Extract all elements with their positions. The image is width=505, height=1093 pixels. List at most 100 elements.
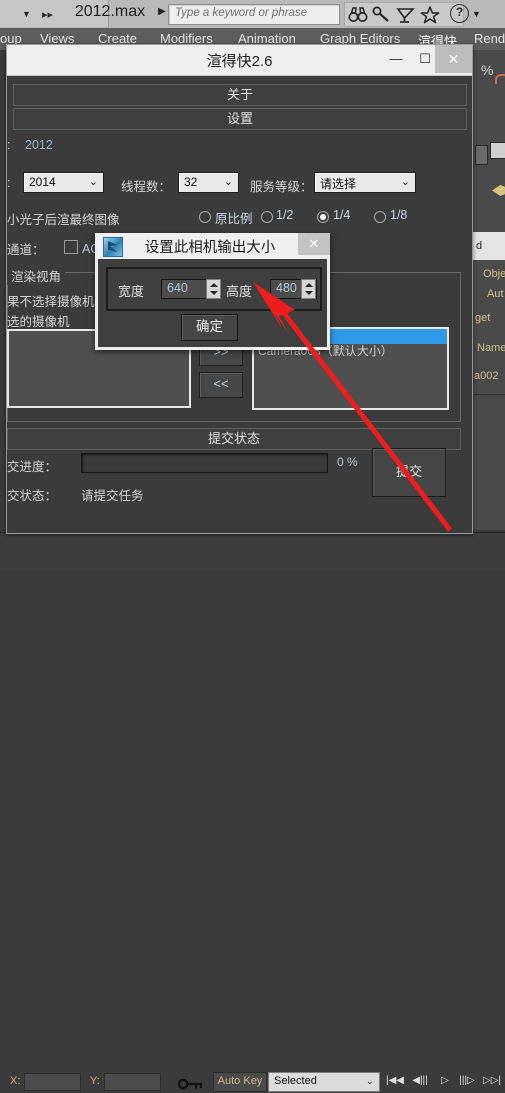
max-version-select[interactable]: 2014 ⌄ [23, 172, 104, 193]
progress-label: 交进度： [7, 460, 58, 474]
qat-expand-arrow-icon[interactable]: ▶ [158, 6, 166, 17]
x-coordinate-label: X: [10, 1075, 21, 1087]
y-coordinate-input[interactable] [104, 1073, 161, 1091]
selection-filter-select[interactable]: Selected ⌄ [268, 1072, 380, 1092]
star-icon[interactable] [419, 5, 441, 24]
binoculars-icon[interactable] [347, 5, 369, 24]
snap-magnet-icon[interactable] [495, 74, 505, 84]
section-submit-status: 提交状态 [7, 428, 461, 450]
command-panel-row-2[interactable] [473, 92, 505, 139]
threads-value: 32 [184, 175, 198, 189]
transport-play-button[interactable]: ▷ [434, 1072, 456, 1090]
help-icon[interactable]: ? [450, 4, 469, 23]
ratio-label-quarter: 1/4 [333, 208, 351, 222]
dialog-title: 设置此相机输出大小 [144, 240, 276, 256]
camera-hint-line2: 选的摄像机 [7, 315, 70, 329]
panel-text-d: d [476, 240, 483, 252]
photon-label: 小光子后渲最终图像 [7, 213, 120, 227]
max-version-label: : [7, 176, 11, 190]
key-icon[interactable] [177, 1078, 204, 1093]
chevron-down-icon: ⌄ [400, 176, 410, 188]
renderer-window-titlebar[interactable]: 渲得快2.6 — ☐ ✕ [7, 45, 472, 75]
submit-progress-bar [81, 453, 328, 473]
qat-icon-group [344, 2, 464, 27]
command-panel: % d Obje Aut get Name a002 [472, 50, 505, 530]
menu-item-rendering[interactable]: Rend [474, 31, 505, 46]
height-label: 高度 [226, 284, 253, 299]
ratio-label-eighth: 1/8 [390, 208, 408, 222]
section-about[interactable]: 关于 [13, 84, 467, 106]
x-coordinate-input[interactable] [24, 1073, 81, 1091]
progress-percent: 0 % [337, 455, 358, 469]
dialog-body: 宽度 640 高度 480 确定 [98, 259, 327, 347]
service-level-select[interactable]: 请选择 ⌄ [314, 172, 416, 193]
ratio-radio-quarter[interactable] [317, 211, 329, 223]
dialog-titlebar[interactable]: 设置此相机输出大小 ✕ [95, 233, 330, 259]
ratio-radio-eighth[interactable] [374, 211, 386, 223]
max-application-window: ▼ ▸▸ 2012.max ▶ Type a keyword or phrase [0, 0, 505, 1092]
ao-channel-checkbox[interactable] [64, 240, 78, 254]
section-settings-label: 设置 [226, 111, 253, 126]
threads-select[interactable]: 32 ⌄ [178, 172, 239, 193]
width-value: 640 [167, 281, 188, 295]
threads-label: 线程数： [121, 180, 172, 194]
height-stepper[interactable] [301, 279, 316, 299]
service-level-value: 请选择 [320, 177, 357, 191]
camera-output-size-dialog: 设置此相机输出大小 ✕ 宽度 640 高度 480 确定 [95, 233, 330, 350]
panel-text-get: get [475, 312, 491, 324]
width-input[interactable]: 640 [161, 279, 208, 299]
section-settings[interactable]: 设置 [13, 108, 467, 130]
hierarchy-icon[interactable] [490, 142, 505, 159]
status-label: 交状态： [7, 489, 58, 503]
version-value: 2012 [25, 138, 53, 152]
transport-next-frame-button[interactable]: |||▷ [456, 1072, 478, 1090]
chevron-down-icon: ⌄ [365, 1076, 374, 1087]
panel-text-object: Obje [483, 268, 505, 280]
size-group: 宽度 640 高度 480 [106, 267, 322, 311]
remove-camera-button[interactable]: << [199, 372, 243, 398]
transport-go-start-button[interactable]: |◀◀ [384, 1072, 406, 1090]
ratio-radio-half[interactable] [261, 211, 273, 223]
camera-fieldset-legend: 渲染视角 [7, 266, 66, 285]
search-placeholder: Type a keyword or phrase [175, 7, 308, 19]
height-value: 480 [276, 281, 297, 295]
ratio-label-original: 原比例 [215, 212, 253, 226]
satellite-dish-icon[interactable] [395, 5, 417, 24]
channel-label: 通道： [7, 243, 45, 257]
search-input[interactable]: Type a keyword or phrase [168, 4, 340, 25]
service-level-label: 服务等级： [250, 180, 313, 194]
section-about-label: 关于 [226, 87, 253, 102]
wrench-icon[interactable] [371, 5, 393, 24]
transport-prev-frame-button[interactable]: ◀||| [409, 1072, 431, 1090]
version-label: : [7, 138, 11, 152]
ratio-radio-original[interactable] [199, 211, 211, 223]
dialog-close-button[interactable]: ✕ [298, 233, 330, 255]
status-bar: X: Y: Auto Key Selected ⌄ |◀◀ ◀||| ▷ |||… [0, 532, 505, 1092]
ok-button[interactable]: 确定 [181, 314, 238, 341]
y-coordinate-label: Y: [90, 1075, 100, 1087]
panel-icon-a[interactable] [475, 145, 488, 165]
percent-icon: % [481, 62, 494, 78]
transport-go-end-button[interactable]: ▷▷| [481, 1072, 503, 1090]
chevron-down-icon: ⌄ [223, 176, 233, 188]
help-chevron-down-icon[interactable]: ▼ [472, 9, 481, 19]
document-title: 2012.max [74, 3, 146, 20]
app-logo-icon [103, 237, 123, 257]
max-version-value: 2014 [29, 175, 56, 189]
submit-button[interactable]: 提交 [372, 448, 446, 497]
selection-filter-value: Selected [274, 1075, 317, 1087]
auto-key-button[interactable]: Auto Key [213, 1072, 267, 1092]
ratio-label-half: 1/2 [276, 208, 294, 222]
panel-text-auto: Aut [487, 288, 504, 300]
chevron-down-icon[interactable]: ▼ [22, 9, 31, 19]
width-label: 宽度 [118, 284, 145, 299]
close-button[interactable]: ✕ [435, 45, 472, 73]
section-submit-status-label: 提交状态 [207, 431, 260, 446]
width-stepper[interactable] [206, 279, 221, 299]
camera-hint-line1: 果不选择摄像机则 [7, 295, 108, 309]
status-value: 请提交任务 [81, 489, 144, 503]
double-chevron-right-icon[interactable]: ▸▸ [42, 8, 53, 21]
chevron-down-icon: ⌄ [88, 176, 98, 188]
panel-text-name: Name [477, 342, 505, 354]
panel-text-a002: a002 [474, 370, 499, 382]
